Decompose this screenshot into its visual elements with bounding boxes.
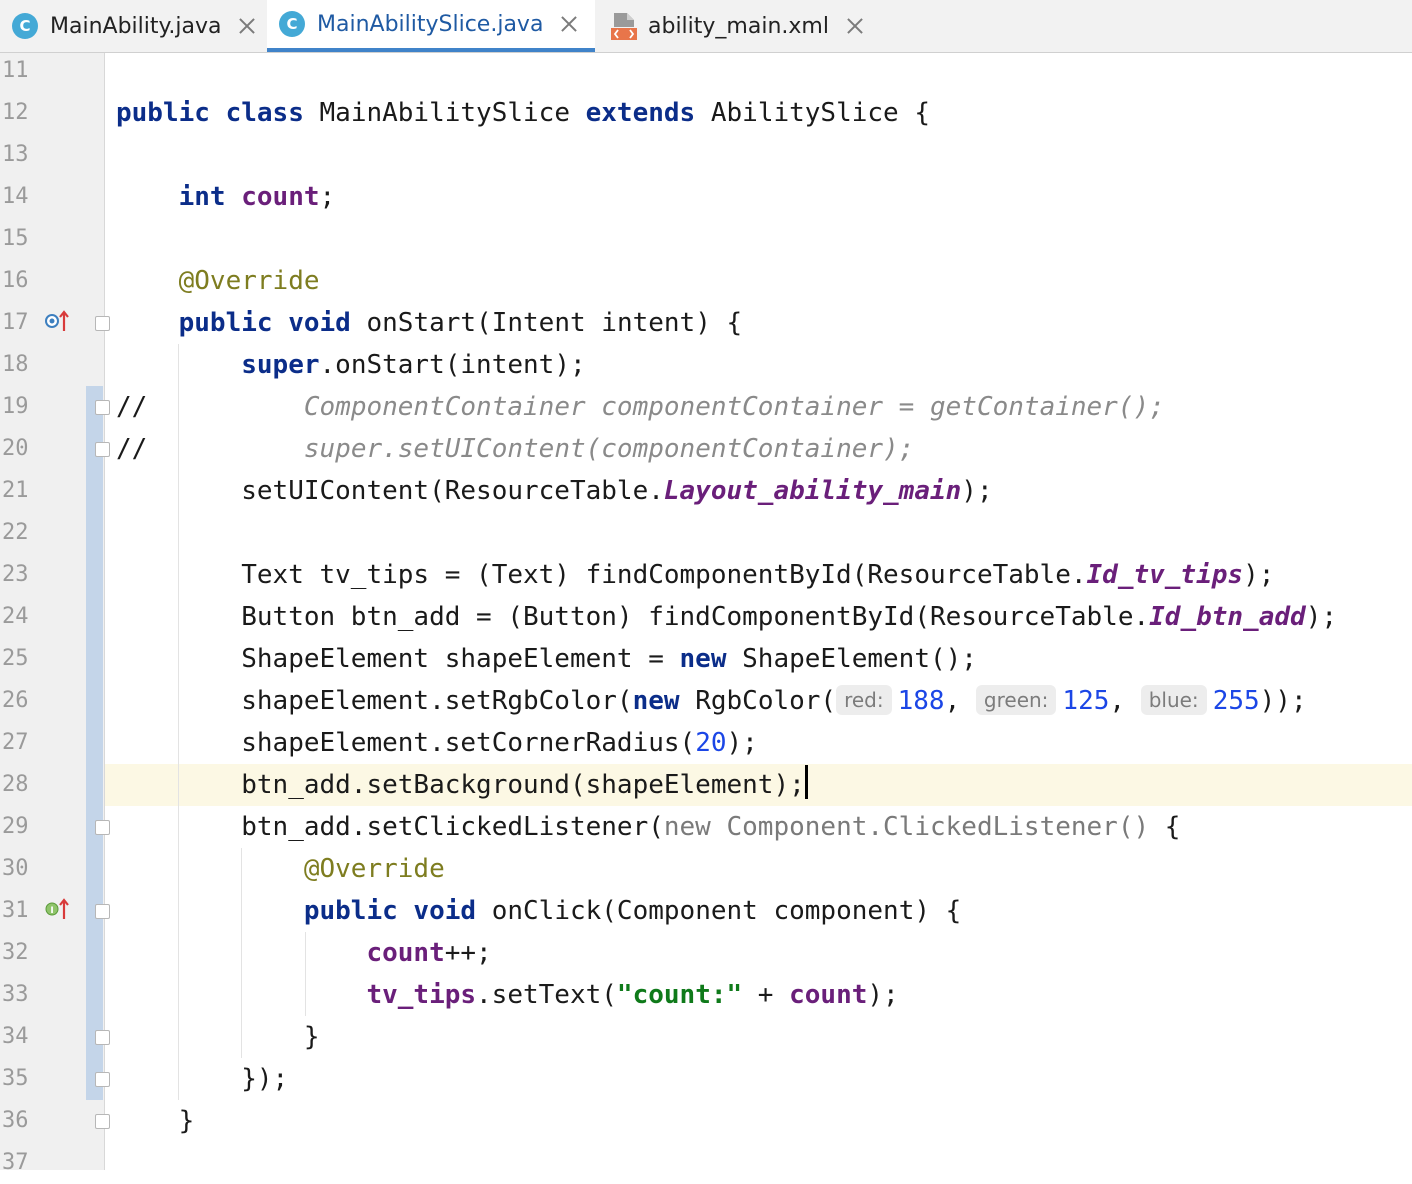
- code-line-26[interactable]: shapeElement.setRgbColor(new RgbColor(re…: [116, 680, 1307, 722]
- line-number: 24: [2, 604, 29, 629]
- line-number: 26: [2, 688, 29, 713]
- code-line-36[interactable]: }: [116, 1100, 195, 1142]
- line-number: 37: [2, 1150, 29, 1175]
- line-number: 18: [2, 352, 29, 377]
- text-caret: [804, 765, 808, 799]
- close-icon[interactable]: [845, 17, 863, 35]
- code-line-21[interactable]: setUIContent(ResourceTable.Layout_abilit…: [116, 470, 992, 512]
- parameter-hint: red:: [836, 685, 892, 715]
- line-number: 36: [2, 1108, 29, 1133]
- line-number: 14: [2, 184, 29, 209]
- xml-file-icon: [611, 13, 637, 40]
- code-line-20[interactable]: // super.setUIContent(componentContainer…: [116, 428, 914, 470]
- line-number: 11: [2, 58, 29, 83]
- svg-text:I: I: [50, 906, 53, 916]
- java-class-icon: C: [279, 11, 305, 37]
- code-line-19[interactable]: // ComponentContainer componentContainer…: [116, 386, 1165, 428]
- line-number: 27: [2, 730, 29, 755]
- line-number: 32: [2, 940, 29, 965]
- code-line-33[interactable]: tv_tips.setText("count:" + count);: [116, 974, 898, 1016]
- tab-mainabilityslice-java[interactable]: C MainAbilitySlice.java: [267, 0, 595, 52]
- code-line-14[interactable]: int count;: [116, 176, 336, 218]
- line-number: 21: [2, 478, 29, 503]
- tab-mainability-java[interactable]: C MainAbility.java: [0, 0, 266, 52]
- vcs-change-marker[interactable]: [86, 386, 103, 1100]
- parameter-hint: blue:: [1140, 685, 1207, 715]
- code-line-27[interactable]: shapeElement.setCornerRadius(20);: [116, 722, 758, 764]
- code-line-16[interactable]: @Override: [116, 260, 320, 302]
- line-number: 16: [2, 268, 29, 293]
- code-line-23[interactable]: Text tv_tips = (Text) findComponentById(…: [116, 554, 1274, 596]
- tab-label: MainAbility.java: [50, 13, 222, 39]
- tab-label: MainAbilitySlice.java: [317, 11, 544, 37]
- code-line-30[interactable]: @Override: [116, 848, 445, 890]
- line-number: 17: [2, 310, 29, 335]
- parameter-hint: green:: [975, 685, 1057, 715]
- overrides-method-icon[interactable]: [44, 310, 72, 332]
- code-line-12[interactable]: public class MainAbilitySlice extends Ab…: [116, 92, 930, 134]
- line-number: 28: [2, 772, 29, 797]
- code-line-32[interactable]: count++;: [116, 932, 491, 974]
- line-number: 35: [2, 1066, 29, 1091]
- line-number: 13: [2, 142, 29, 167]
- line-number: 25: [2, 646, 29, 671]
- editor-tab-bar: C MainAbility.java C MainAbilitySlice.ja…: [0, 0, 1412, 53]
- line-number: 19: [2, 394, 29, 419]
- line-number: 23: [2, 562, 29, 587]
- code-line-17[interactable]: public void onStart(Intent intent) {: [116, 302, 743, 344]
- line-number: 20: [2, 436, 29, 461]
- code-line-34[interactable]: }: [116, 1016, 320, 1058]
- line-number: 33: [2, 982, 29, 1007]
- code-line-29[interactable]: btn_add.setClickedListener(new Component…: [116, 806, 1180, 848]
- java-class-icon: C: [12, 13, 38, 39]
- code-line-31[interactable]: public void onClick(Component component)…: [116, 890, 961, 932]
- line-number: 34: [2, 1024, 29, 1049]
- close-icon[interactable]: [559, 15, 577, 33]
- implements-method-icon[interactable]: I: [44, 898, 72, 920]
- code-line-28[interactable]: btn_add.setBackground(shapeElement);: [116, 764, 808, 806]
- line-number: 12: [2, 100, 29, 125]
- code-line-18[interactable]: super.onStart(intent);: [116, 344, 585, 386]
- line-number: 15: [2, 226, 29, 251]
- line-number: 30: [2, 856, 29, 881]
- line-number: 29: [2, 814, 29, 839]
- code-line-25[interactable]: ShapeElement shapeElement = new ShapeEle…: [116, 638, 977, 680]
- tab-label: ability_main.xml: [648, 13, 829, 39]
- tab-ability-main-xml[interactable]: ability_main.xml: [598, 0, 868, 52]
- code-line-24[interactable]: Button btn_add = (Button) findComponentB…: [116, 596, 1337, 638]
- line-number: 31: [2, 898, 29, 923]
- line-number: 22: [2, 520, 29, 545]
- code-line-35[interactable]: });: [116, 1058, 288, 1100]
- close-icon[interactable]: [237, 17, 255, 35]
